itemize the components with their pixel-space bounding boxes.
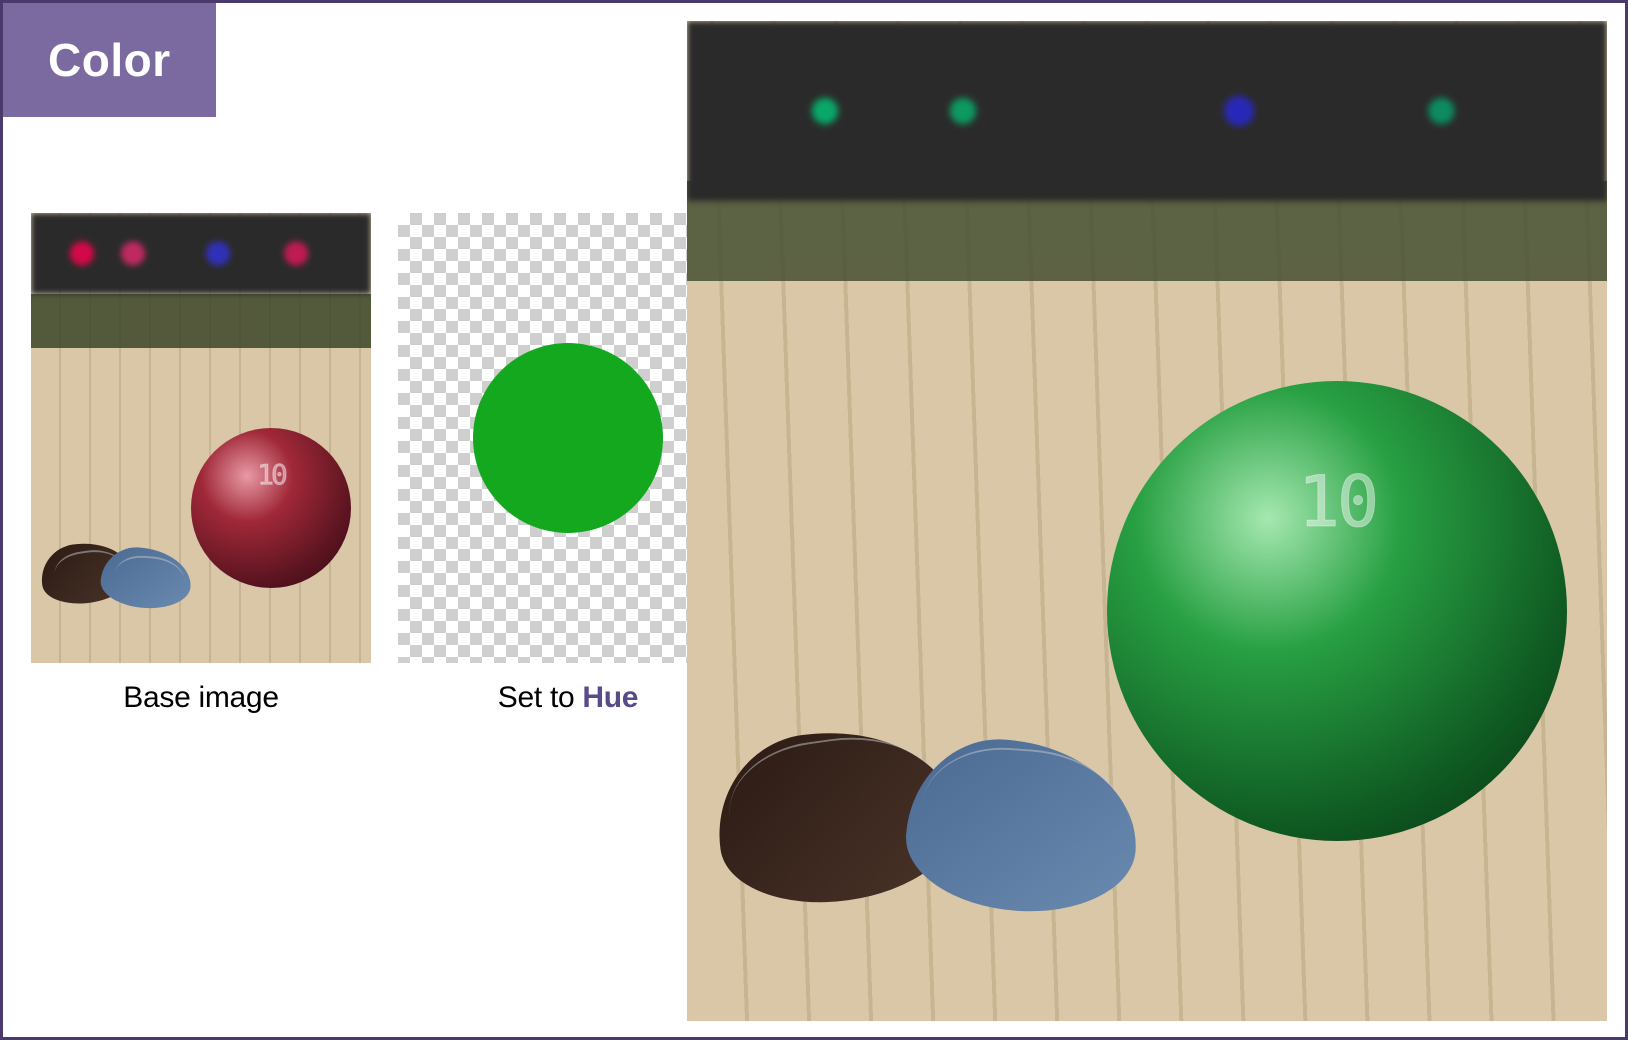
diagram-frame: Color 10 Base image Set to Hue <box>0 0 1628 1040</box>
base-image-thumb: 10 <box>31 213 371 663</box>
bowling-scene-result: 10 <box>687 21 1607 1021</box>
section-title-badge: Color <box>3 3 216 117</box>
section-title: Color <box>48 34 171 86</box>
overlay-mode: Hue <box>582 681 638 714</box>
bowling-scene-base: 10 <box>31 213 371 663</box>
base-image-column: 10 Base image <box>31 213 371 715</box>
bowling-shoe-blue <box>99 545 193 611</box>
base-image-caption: Base image <box>31 681 371 715</box>
ball-number: 10 <box>257 458 285 491</box>
result-image: 10 <box>687 21 1607 1021</box>
hue-overlay-circle <box>473 343 663 533</box>
bowling-shoe-blue-result <box>901 733 1142 919</box>
ball-number-result: 10 <box>1298 461 1376 543</box>
overlay-caption-prefix: Set to <box>498 681 583 714</box>
result-column: 10 <box>687 21 1607 1021</box>
bowling-ball-green: 10 <box>1107 381 1567 841</box>
bowling-ball-red: 10 <box>191 428 351 588</box>
